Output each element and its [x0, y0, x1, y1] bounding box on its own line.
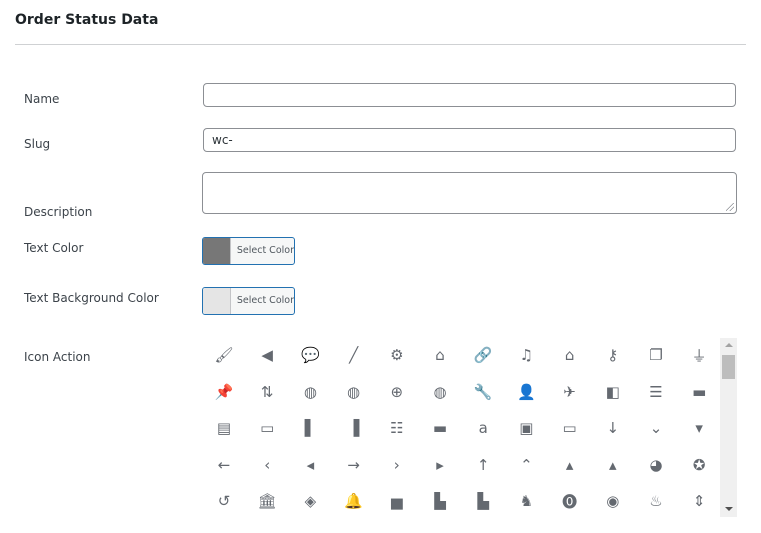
arrow-right-alt-icon[interactable]: →	[341, 452, 367, 478]
text-bg-color-picker-button[interactable]: Select Color	[202, 287, 295, 315]
arrow-left-alt2-icon[interactable]: ‹	[254, 452, 280, 478]
admin-site-alt3-icon[interactable]: ◍	[427, 379, 453, 405]
bank-icon[interactable]: 🏛	[254, 488, 280, 514]
align-center-icon[interactable]: ☰	[643, 379, 669, 405]
button-icon[interactable]: ⇕	[686, 488, 712, 514]
arrow-down-alt2-icon[interactable]: ⌄	[643, 415, 669, 441]
description-label: Description	[24, 205, 93, 219]
arrow-right-alt2-icon[interactable]: ›	[384, 452, 410, 478]
select-color-label: Select Color	[236, 295, 294, 306]
amazon-icon[interactable]: a	[470, 415, 496, 441]
align-pull-left-icon[interactable]: ▌	[297, 415, 323, 441]
slug-input[interactable]	[203, 128, 736, 152]
arrow-left-icon[interactable]: ◂	[297, 452, 323, 478]
album-icon[interactable]: ◧	[600, 379, 626, 405]
admin-media-icon[interactable]: ♫	[513, 342, 539, 368]
admin-page-icon[interactable]: ❐	[643, 342, 669, 368]
align-right-text-icon[interactable]: ☷	[384, 415, 410, 441]
name-label: Name	[24, 92, 60, 106]
arrow-down-alt-icon[interactable]: ↓	[600, 415, 626, 441]
archive-icon[interactable]: ▭	[557, 415, 583, 441]
arrow-up-alt2-icon[interactable]: ⌃	[513, 452, 539, 478]
buddicons-activity-icon[interactable]: ♞	[513, 488, 539, 514]
scroll-down-arrow-icon[interactable]	[725, 507, 733, 511]
awards-icon[interactable]: ✪	[686, 452, 712, 478]
text-color-picker-button[interactable]: Select Color	[202, 237, 295, 265]
text-color-swatch	[203, 238, 231, 264]
admin-home-icon[interactable]: ⌂	[427, 342, 453, 368]
resize-handle-icon[interactable]	[726, 203, 734, 211]
icon-action-label: Icon Action	[24, 350, 91, 364]
description-textarea[interactable]	[202, 172, 737, 214]
slug-label: Slug	[24, 137, 51, 151]
arrow-left-alt-icon[interactable]: ←	[211, 452, 237, 478]
art-icon[interactable]: ◕	[643, 452, 669, 478]
align-left-text-icon[interactable]: ▤	[211, 415, 237, 441]
icon-picker-grid: 🖌 ◀ 💬 ╱ ⚙ ⌂ 🔗 ♫ ⌂ ⚷ ❐ ⏚ 📌 ⇅ ◍ ◍ ⊕ ◍ 🔧 👤 ✈ ◧ ☰ ▬ ▤ ▭ ▌ ▐ ☷ ▬ a ▣ ▭ ↓ ⌄ ▾ ← ‹ ◂ →…	[203, 340, 719, 517]
buddicons-bbpress-icon[interactable]: ⓿	[557, 488, 583, 514]
admin-generic-gear-icon[interactable]: ⚙	[384, 342, 410, 368]
cake-icon[interactable]: ♨	[643, 488, 669, 514]
select-color-label: Select Color	[236, 245, 294, 256]
admin-site-alt2-icon[interactable]: ⊕	[384, 379, 410, 405]
text-bg-color-label: Text Background Color	[24, 291, 159, 305]
admin-customizer-brush-icon[interactable]: ╱	[341, 342, 367, 368]
admin-site-alt-icon[interactable]: ◍	[341, 379, 367, 405]
arrow-up-icon[interactable]: ▴	[557, 452, 583, 478]
admin-plugins-icon[interactable]: ⏚	[686, 342, 712, 368]
icon-picker-scrollbar[interactable]	[720, 338, 737, 517]
bell-icon[interactable]: 🔔	[341, 488, 367, 514]
admin-post-pin-icon[interactable]: 📌	[211, 379, 237, 405]
admin-appearance-icon[interactable]: 🖌	[211, 342, 237, 368]
text-bg-color-swatch	[203, 288, 231, 314]
admin-network-key-icon[interactable]: ⚷	[600, 342, 626, 368]
book-alt-icon[interactable]: ▙	[470, 488, 496, 514]
align-none-icon[interactable]: ▭	[254, 415, 280, 441]
scroll-thumb[interactable]	[722, 355, 735, 379]
arrow-down-icon[interactable]: ▾	[686, 415, 712, 441]
buddicons-community-icon[interactable]: ◉	[600, 488, 626, 514]
align-pull-right-icon[interactable]: ▐	[341, 415, 367, 441]
text-color-label: Text Color	[24, 241, 84, 255]
admin-comments-icon[interactable]: 💬	[297, 342, 323, 368]
beer-icon[interactable]: ◈	[297, 488, 323, 514]
book-icon[interactable]: ▙	[427, 488, 453, 514]
admin-tools-icon[interactable]: 🔧	[470, 379, 496, 405]
title-divider	[15, 44, 746, 45]
arrow-up-alt-icon[interactable]: ↑	[470, 452, 496, 478]
admin-settings-icon[interactable]: ⇅	[254, 379, 280, 405]
align-full-width-icon[interactable]: ▬	[686, 379, 712, 405]
scroll-up-arrow-icon[interactable]	[725, 343, 733, 347]
archive-open-icon[interactable]: ▣	[513, 415, 539, 441]
page-title: Order Status Data	[15, 12, 159, 28]
block-default-icon[interactable]: ▅	[384, 488, 410, 514]
align-wide-icon[interactable]: ▬	[427, 415, 453, 441]
airplane-icon[interactable]: ✈	[557, 379, 583, 405]
arrow-up-small-icon[interactable]: ▴	[600, 452, 626, 478]
arrow-right-icon[interactable]: ▸	[427, 452, 453, 478]
admin-site-icon[interactable]: ◍	[297, 379, 323, 405]
admin-users-icon[interactable]: 👤	[513, 379, 539, 405]
controls-back-circle-icon[interactable]: ◀	[254, 342, 280, 368]
admin-links-icon[interactable]: 🔗	[470, 342, 496, 368]
backup-icon[interactable]: ↺	[211, 488, 237, 514]
admin-multisite-icon[interactable]: ⌂	[557, 342, 583, 368]
name-input[interactable]	[203, 83, 736, 107]
